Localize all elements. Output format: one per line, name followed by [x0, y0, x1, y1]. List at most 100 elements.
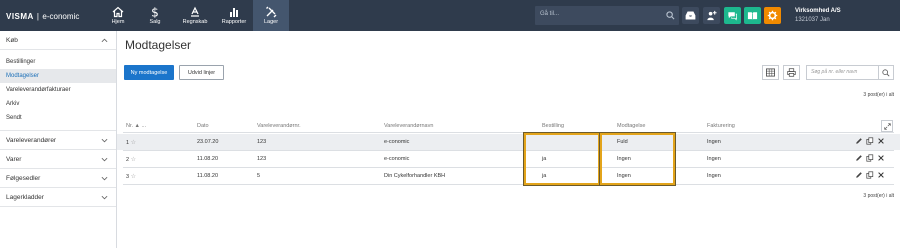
search-icon [882, 68, 890, 76]
company-name: Virksomhed A/S [795, 8, 841, 14]
chevron-down-icon [101, 176, 108, 181]
col-nr-label: Nr. ▲ [126, 123, 140, 129]
cell-fakturering: Ingen [707, 173, 721, 179]
header-divider [123, 132, 894, 133]
dollar-icon: $ [151, 6, 159, 18]
cell-fakturering: Ingen [707, 156, 721, 162]
nav-label: Hjem [111, 19, 125, 25]
col-fakturering[interactable]: Fakturering [707, 123, 735, 129]
goto-search[interactable]: Gå til... [535, 6, 679, 25]
cell-leverandoernavn: e-conomic [384, 139, 410, 145]
delete-icon[interactable] [877, 137, 885, 145]
column-settings-button[interactable] [762, 65, 779, 80]
company-info[interactable]: Virksomhed A/S 1321037 Jan [795, 7, 841, 25]
nav-label: Regnskab [182, 19, 208, 25]
chevron-up-icon [101, 38, 108, 43]
sidebar-item-modtagelser[interactable]: Modtagelser [0, 69, 116, 83]
star-icon[interactable]: ☆ [131, 157, 136, 163]
cell-leverandoernavn: e-conomic [384, 156, 410, 162]
edit-icon[interactable] [855, 154, 863, 162]
col-nr[interactable]: Nr. ▲ ... [126, 123, 146, 129]
nav-hjem[interactable]: Hjem [102, 0, 134, 31]
sidebar-section-vareleverandoerer[interactable]: Vareleverandører [0, 131, 116, 150]
list-search-input[interactable]: Søg på nr. eller navn [806, 65, 894, 80]
expand-lines-button[interactable]: Udvid linjer [179, 65, 224, 80]
book-icon [747, 12, 758, 20]
add-user-button[interactable] [703, 7, 720, 24]
chat-button[interactable] [724, 7, 741, 24]
list-search-placeholder: Søg på nr. eller navn [811, 69, 858, 75]
col-nr-extra: ... [141, 123, 147, 129]
nav-label: Rapporter [221, 19, 247, 25]
logo-separator: | [36, 11, 40, 21]
inbox-button[interactable] [682, 7, 699, 24]
help-book-button[interactable] [744, 7, 761, 24]
edit-icon[interactable] [855, 137, 863, 145]
print-icon [787, 68, 796, 77]
sidebar-section-label: Lagerkladder [6, 193, 44, 201]
cell-leverandoernr: 5 [257, 173, 261, 179]
settings-button[interactable] [764, 7, 781, 24]
sidebar-section-label: Køb [6, 36, 18, 44]
highlight-modtagelse-column [600, 133, 675, 185]
sidebar-section-koeb[interactable]: Køb [0, 31, 116, 50]
star-icon[interactable]: ☆ [131, 140, 136, 146]
sidebar-section-varer[interactable]: Varer [0, 150, 116, 169]
company-user: 1321037 Jan [795, 17, 830, 23]
search-icon[interactable] [666, 11, 675, 20]
cell-leverandoernavn: Din Cykelforhandler KBH [384, 173, 446, 179]
ledger-icon [191, 6, 199, 17]
col-bestilling[interactable]: Bestilling [542, 123, 564, 129]
sidebar-item-arkiv[interactable]: Arkiv [0, 97, 116, 111]
nav-label: Lager [263, 19, 279, 25]
sidebar-section-foelgesedler[interactable]: Følgesedler [0, 169, 116, 188]
inbox-icon [685, 11, 696, 20]
nav-salg[interactable]: $ Salg [138, 0, 172, 31]
cell-nr: 1 ☆ [126, 139, 136, 146]
record-count-bottom: 3 post(er) i alt [863, 193, 894, 199]
sidebar-section-label: Følgesedler [6, 174, 41, 182]
new-receipt-button[interactable]: Ny modtagelse [124, 65, 174, 80]
table-icon [766, 68, 775, 77]
home-icon [112, 6, 124, 18]
star-icon[interactable]: ☆ [131, 174, 136, 180]
nav-rapporter[interactable]: Rapporter [216, 0, 252, 31]
sidebar-section-lagerkladder[interactable]: Lagerkladder [0, 188, 116, 207]
logo[interactable]: VISMA | e-conomic [6, 8, 79, 24]
copy-icon[interactable] [866, 154, 874, 162]
list-search-button[interactable] [878, 66, 893, 79]
copy-icon[interactable] [866, 137, 874, 145]
add-user-icon [707, 10, 717, 21]
nav-lager[interactable]: Lager [253, 0, 289, 31]
bar-chart-icon [230, 8, 238, 17]
edit-icon[interactable] [855, 171, 863, 179]
tools-icon [266, 6, 277, 18]
print-button[interactable] [783, 65, 800, 80]
top-bar: VISMA | e-conomic Hjem $ Salg Regnskab R… [0, 0, 900, 31]
copy-icon[interactable] [866, 171, 874, 179]
chevron-down-icon [101, 157, 108, 162]
table-row[interactable]: 3 ☆ 11.08.20 5 Din Cykelforhandler KBH j… [117, 168, 900, 184]
sidebar-item-vareleverandoerfakturaer[interactable]: Vareleverandørfakturaer [0, 83, 116, 97]
record-count-top: 3 post(er) i alt [863, 92, 894, 98]
col-leverandoernr[interactable]: Vareleverandørnr. [257, 123, 301, 129]
col-modtagelse[interactable]: Modtagelse [617, 123, 645, 129]
cell-leverandoernr: 123 [257, 156, 267, 162]
row-actions [855, 154, 885, 162]
nav-regnskab[interactable]: Regnskab [176, 0, 214, 31]
cell-nr-value: 2 [126, 157, 130, 163]
col-dato[interactable]: Dato [197, 123, 209, 129]
delete-icon[interactable] [877, 171, 885, 179]
cell-fakturering: Ingen [707, 139, 721, 145]
delete-icon[interactable] [877, 154, 885, 162]
col-leverandoernavn[interactable]: Vareleverandørnavn [384, 123, 433, 129]
sidebar-item-bestillinger[interactable]: Bestillinger [0, 55, 116, 69]
cell-leverandoernr: 123 [257, 139, 267, 145]
sidebar-section-label: Varer [6, 155, 22, 163]
cell-dato: 11.08.20 [197, 173, 219, 179]
table-row[interactable]: 2 ☆ 11.08.20 123 e-conomic ja Ingen Inge… [117, 151, 900, 167]
sidebar-section-label: Vareleverandører [6, 136, 57, 144]
table-row[interactable]: 1 ☆ 23.07.20 123 e-conomic Fuld Ingen [117, 134, 900, 150]
cell-nr: 2 ☆ [126, 156, 136, 163]
sidebar-item-sendt[interactable]: Sendt [0, 111, 116, 125]
